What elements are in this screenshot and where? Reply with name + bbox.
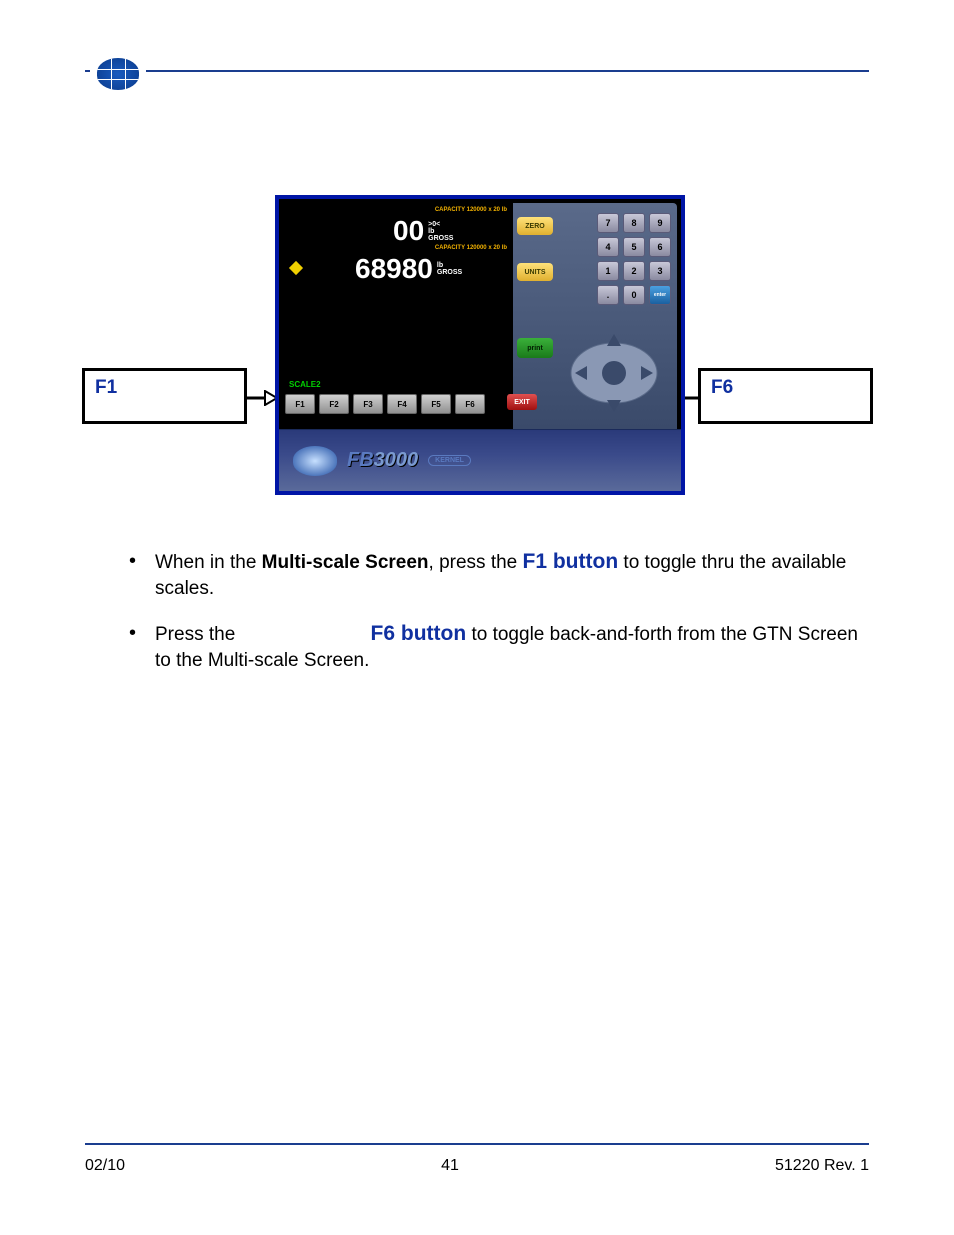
fkey-f4[interactable]: F4 [387,394,417,414]
weight-reading-2: 68980 lb GROSS [355,253,462,285]
arrow-right-icon [247,390,277,406]
control-panel: ZERO UNITS print 7 8 9 4 5 6 1 2 3 . 0 e… [513,203,677,429]
key-5[interactable]: 5 [623,237,645,257]
direction-pad[interactable] [569,328,659,418]
bullet-2: Press the F6 button to toggle back-and-f… [125,620,865,674]
key-8[interactable]: 8 [623,213,645,233]
key-dot[interactable]: . [597,285,619,305]
brand-logo [90,52,146,96]
capacity-line-1: CAPACITY 120000 x 20 lb [435,207,507,213]
key-enter[interactable]: enter [649,285,671,305]
b1-blue: F1 button [523,550,619,573]
model-label: FB3000 [347,449,418,472]
instruction-list: When in the Multi-scale Screen, press th… [125,548,865,692]
weight2-value: 68980 [355,253,433,285]
weight2-mode: GROSS [437,269,462,276]
key-2[interactable]: 2 [623,261,645,281]
key-0[interactable]: 0 [623,285,645,305]
key-1[interactable]: 1 [597,261,619,281]
key-7[interactable]: 7 [597,213,619,233]
header-rule [85,70,869,72]
key-9[interactable]: 9 [649,213,671,233]
weight-reading-1: 00 >0< lb GROSS [393,215,453,247]
fkey-f5[interactable]: F5 [421,394,451,414]
weight1-coz: >0< [428,221,453,228]
key-4[interactable]: 4 [597,237,619,257]
weight1-unit: lb [428,228,453,235]
numeric-keypad: 7 8 9 4 5 6 1 2 3 . 0 enter [597,213,671,305]
model-number: 3000 [374,449,419,471]
callout-f1: F1 [82,368,247,424]
capacity-line-2: CAPACITY 120000 x 20 lb [435,245,507,251]
footer-page: 41 [441,1157,459,1175]
callout-f1-label: F1 [95,377,117,399]
device-screenshot: CAPACITY 120000 x 20 lb 00 >0< lb GROSS … [275,195,685,495]
fkey-f6[interactable]: F6 [455,394,485,414]
weight2-unit: lb [437,262,462,269]
fkey-f3[interactable]: F3 [353,394,383,414]
print-button[interactable]: print [517,338,553,358]
diamond-icon [289,261,303,275]
fairbanks-globe-icon [293,446,337,476]
fkey-f1[interactable]: F1 [285,394,315,414]
zero-button[interactable]: ZERO [517,217,553,235]
active-scale-label: SCALE2 [289,380,321,389]
b2-blue: F6 button [371,622,467,645]
footer-rule [85,1143,869,1145]
bullet-1: When in the Multi-scale Screen, press th… [125,548,865,602]
device-bezel: FB3000 KERNEL [279,429,681,491]
key-3[interactable]: 3 [649,261,671,281]
kernel-badge: KERNEL [428,455,471,466]
exit-button[interactable]: EXIT [507,394,537,410]
key-6[interactable]: 6 [649,237,671,257]
fkey-f2[interactable]: F2 [319,394,349,414]
model-prefix: FB [347,449,374,471]
weight-display: CAPACITY 120000 x 20 lb 00 >0< lb GROSS … [283,203,513,393]
footer-doc: 51220 Rev. 1 [775,1157,869,1175]
function-key-row: F1 F2 F3 F4 F5 F6 [285,394,485,414]
callout-f6-label: F6 [711,377,733,399]
units-button[interactable]: UNITS [517,263,553,281]
weight1-value: 00 [393,215,424,247]
b1-bold: Multi-scale Screen [262,552,429,573]
globe-icon [97,58,139,90]
page-footer: 02/10 41 51220 Rev. 1 [85,1157,869,1175]
callout-f6: F6 [698,368,873,424]
footer-date: 02/10 [85,1157,125,1175]
weight1-mode: GROSS [428,235,453,242]
